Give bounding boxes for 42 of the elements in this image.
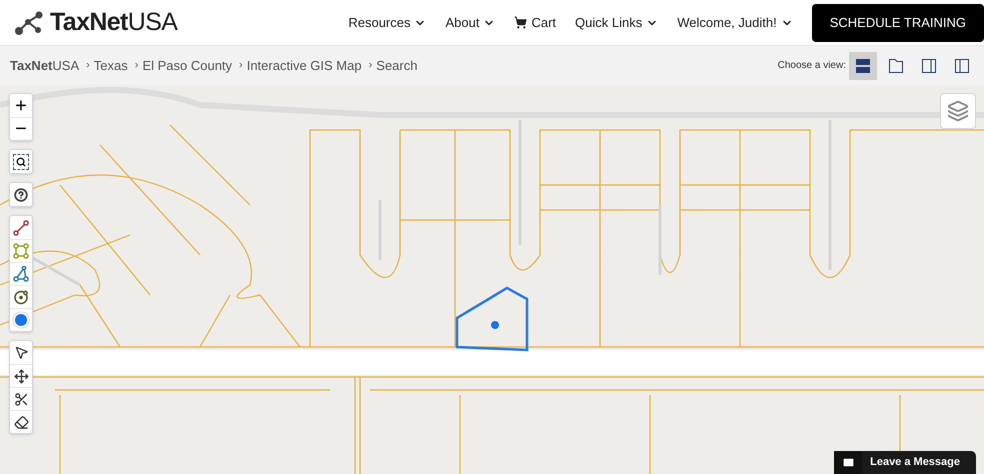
view-option[interactable] — [849, 52, 877, 80]
logo-icon — [14, 10, 44, 36]
breadcrumb-separator: › — [368, 58, 372, 74]
logo-text[interactable]: TaxNetUSA — [50, 4, 178, 42]
layers-button[interactable] — [940, 93, 976, 129]
scissors-icon — [14, 392, 28, 406]
breadcrumb-link[interactable]: Interactive GIS Map — [246, 56, 362, 76]
zoom-box-icon — [13, 154, 29, 170]
cart-icon — [514, 16, 528, 29]
view-label: Choose a view: — [778, 59, 846, 73]
breadcrumb-link[interactable]: Search — [376, 56, 418, 76]
breadcrumb-link[interactable]: TaxNetUSA — [10, 56, 80, 76]
single-view-icon — [889, 58, 903, 72]
point-tool-button[interactable] — [10, 308, 32, 331]
split-right-icon — [922, 58, 936, 72]
breadcrumb-link[interactable]: Texas — [94, 56, 128, 76]
split-left-icon — [955, 58, 969, 72]
line-icon — [13, 220, 29, 236]
nav-link[interactable]: Quick Links — [575, 12, 658, 32]
schedule-training-button[interactable]: SCHEDULE TRAINING — [812, 4, 984, 42]
zoom-out-tool-button[interactable]: − — [10, 117, 32, 140]
rectangle-icon — [13, 243, 29, 259]
nav-link[interactable]: Cart — [514, 12, 556, 32]
zoom-in-tool-button[interactable]: + — [10, 94, 32, 117]
circle-icon — [13, 289, 29, 305]
breadcrumb-link[interactable]: El Paso County — [142, 56, 232, 76]
eraser-icon — [14, 414, 28, 430]
mail-icon — [842, 456, 855, 469]
triangle-icon — [13, 266, 29, 282]
layers-icon — [947, 100, 969, 122]
nav-link[interactable]: About — [445, 12, 496, 32]
breadcrumb-separator: › — [86, 58, 90, 74]
leave-message-button[interactable]: Leave a Message — [834, 451, 976, 474]
nav-link[interactable]: Resources — [348, 12, 426, 32]
help-icon — [14, 188, 28, 202]
breadcrumb-separator: › — [239, 58, 243, 74]
split-horizontal-icon — [856, 58, 870, 72]
move-icon — [14, 368, 28, 384]
point-icon — [12, 311, 30, 329]
breadcrumb-separator: › — [134, 58, 138, 74]
pointer-icon — [14, 345, 28, 360]
nav-link[interactable]: Welcome, Judith! — [677, 12, 793, 32]
